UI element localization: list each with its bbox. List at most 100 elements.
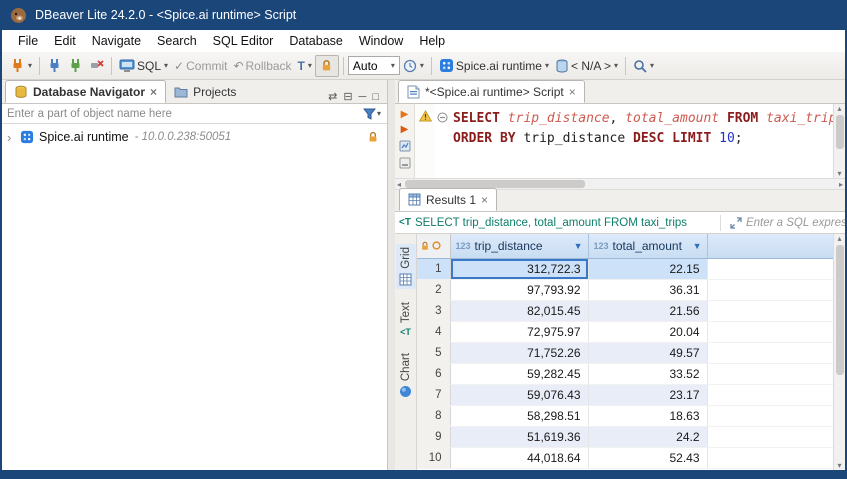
grid-cell[interactable]: 44,018.64 — [450, 447, 588, 468]
code-line[interactable]: SELECT trip_distance, total_amount FROM … — [453, 109, 831, 129]
explain-plan-icon[interactable] — [399, 140, 411, 152]
rollback-button[interactable]: ↶ Rollback — [230, 55, 294, 77]
transaction-mode-button[interactable]: T ▾ — [295, 55, 315, 77]
grid-cell[interactable]: 82,015.45 — [450, 300, 588, 321]
row-number[interactable]: 5 — [417, 342, 450, 363]
execute-statement-icon[interactable]: ▶ — [401, 110, 409, 120]
grid-cell[interactable]: 21.56 — [588, 300, 707, 321]
grid-cell[interactable]: 20.04 — [588, 321, 707, 342]
collapse-region-icon[interactable] — [437, 112, 448, 123]
close-icon[interactable]: × — [150, 86, 157, 98]
filter-menu-button[interactable]: ▾ — [363, 108, 387, 120]
grid-cell[interactable]: 312,722.3 — [450, 258, 588, 279]
expand-chevron-icon[interactable]: › — [7, 130, 20, 145]
row-number[interactable]: 6 — [417, 363, 450, 384]
menu-edit[interactable]: Edit — [46, 34, 84, 48]
grid-corner-cell[interactable] — [417, 234, 450, 258]
scroll-down-icon[interactable]: ▾ — [837, 169, 841, 178]
grid-cell[interactable]: 59,282.45 — [450, 363, 588, 384]
grid-vertical-scrollbar[interactable]: ▴ ▾ — [833, 234, 845, 470]
row-number[interactable]: 4 — [417, 321, 450, 342]
results-filter-input[interactable]: Enter a SQL expression to — [746, 217, 845, 229]
table-row[interactable]: 472,975.9720.04 — [417, 321, 833, 342]
menu-help[interactable]: Help — [411, 34, 453, 48]
sort-desc-icon[interactable]: ▼ — [693, 241, 702, 251]
expand-panel-icon[interactable] — [730, 217, 742, 229]
table-row[interactable]: 659,282.4533.52 — [417, 363, 833, 384]
menu-window[interactable]: Window — [351, 34, 411, 48]
tree-item-connection[interactable]: › Spice.ai runtime - 10.0.0.238:50051 — [2, 127, 387, 147]
code-line[interactable]: ORDER BY trip_distance DESC LIMIT 10; — [453, 129, 831, 149]
table-row[interactable]: 1312,722.322.15 — [417, 258, 833, 279]
link-with-editor-icon[interactable]: ⇄ — [328, 90, 337, 103]
tab-grid[interactable]: Grid — [396, 244, 416, 289]
grid-cell[interactable]: 49.57 — [588, 342, 707, 363]
panel-sash[interactable] — [388, 80, 395, 470]
editor-vertical-scrollbar[interactable]: ▴ ▾ — [833, 104, 845, 178]
scroll-thumb[interactable] — [836, 115, 844, 149]
sql-editor-button[interactable]: SQL ▾ — [116, 55, 171, 77]
menu-sql-editor[interactable]: SQL Editor — [205, 34, 282, 48]
sql-history-button[interactable]: ▾ — [400, 55, 427, 77]
grid-cell[interactable]: 97,793.92 — [450, 279, 588, 300]
table-row[interactable]: 858,298.5118.63 — [417, 405, 833, 426]
close-icon[interactable]: × — [569, 86, 576, 98]
grid-cell[interactable]: 71,752.26 — [450, 342, 588, 363]
grid-cell[interactable]: 52.43 — [588, 447, 707, 468]
scroll-right-icon[interactable]: ▸ — [837, 180, 845, 189]
grid-cell[interactable]: 18.63 — [588, 405, 707, 426]
minimize-icon[interactable]: ─ — [359, 91, 367, 103]
tab-projects[interactable]: Projects — [166, 80, 244, 103]
column-header-trip-distance[interactable]: 123 trip_distance ▼ — [450, 234, 588, 258]
grid-cell[interactable]: 58,298.51 — [450, 405, 588, 426]
collapse-all-icon[interactable]: ⊟ — [343, 90, 352, 103]
commit-button[interactable]: ✓ Commit — [171, 55, 230, 77]
menu-file[interactable]: File — [10, 34, 46, 48]
execute-script-icon[interactable]: ▶ — [401, 125, 409, 135]
grid-cell[interactable]: 33.52 — [588, 363, 707, 384]
row-number[interactable]: 8 — [417, 405, 450, 426]
table-row[interactable]: 759,076.4323.17 — [417, 384, 833, 405]
transaction-mode-combo[interactable]: Auto ▾ — [348, 56, 400, 75]
table-row[interactable]: 1044,018.6452.43 — [417, 447, 833, 468]
menu-search[interactable]: Search — [149, 34, 205, 48]
sql-code[interactable]: SELECT trip_distance, total_amount FROM … — [449, 104, 833, 178]
active-database-combo[interactable]: < N/A > ▾ — [552, 55, 621, 77]
table-row[interactable]: 297,793.9236.31 — [417, 279, 833, 300]
grid-cell[interactable]: 24.2 — [588, 426, 707, 447]
disconnect-button[interactable] — [86, 55, 107, 77]
menu-navigate[interactable]: Navigate — [84, 34, 149, 48]
close-icon[interactable]: × — [481, 194, 488, 206]
autocommit-lock-button[interactable] — [315, 55, 339, 77]
grid-cell[interactable]: 22.15 — [588, 258, 707, 279]
table-row[interactable]: 382,015.4521.56 — [417, 300, 833, 321]
active-connection-combo[interactable]: Spice.ai runtime ▾ — [436, 55, 552, 77]
table-row[interactable]: 951,619.3624.2 — [417, 426, 833, 447]
scroll-thumb[interactable] — [836, 245, 844, 375]
reconnect-button[interactable] — [65, 55, 86, 77]
tab-text[interactable]: Text <T — [396, 299, 416, 340]
grid-cell[interactable]: 59,076.43 — [450, 384, 588, 405]
scroll-up-icon[interactable]: ▴ — [837, 234, 841, 243]
sort-desc-icon[interactable]: ▼ — [574, 241, 583, 251]
scroll-up-icon[interactable]: ▴ — [837, 104, 841, 113]
maximize-icon[interactable]: □ — [372, 91, 379, 103]
grid-cell[interactable]: 36.31 — [588, 279, 707, 300]
grid-cell[interactable]: 72,975.97 — [450, 321, 588, 342]
grid-cell[interactable]: 23.17 — [588, 384, 707, 405]
scroll-thumb[interactable] — [405, 180, 585, 188]
row-number[interactable]: 2 — [417, 279, 450, 300]
output-panel-icon[interactable] — [399, 157, 411, 169]
tab-results-1[interactable]: Results 1 × — [399, 188, 497, 211]
column-header-total-amount[interactable]: 123 total_amount ▼ — [588, 234, 707, 258]
table-row[interactable]: 571,752.2649.57 — [417, 342, 833, 363]
row-number[interactable]: 7 — [417, 384, 450, 405]
grid-cell[interactable]: 51,619.36 — [450, 426, 588, 447]
object-filter-input[interactable] — [2, 108, 363, 120]
tab-database-navigator[interactable]: Database Navigator × — [5, 80, 166, 103]
tab-sql-script[interactable]: *<Spice.ai runtime> Script × — [398, 80, 585, 103]
scroll-down-icon[interactable]: ▾ — [837, 461, 841, 470]
search-button[interactable]: ▾ — [630, 55, 657, 77]
tab-chart[interactable]: Chart — [396, 350, 416, 401]
row-number[interactable]: 10 — [417, 447, 450, 468]
